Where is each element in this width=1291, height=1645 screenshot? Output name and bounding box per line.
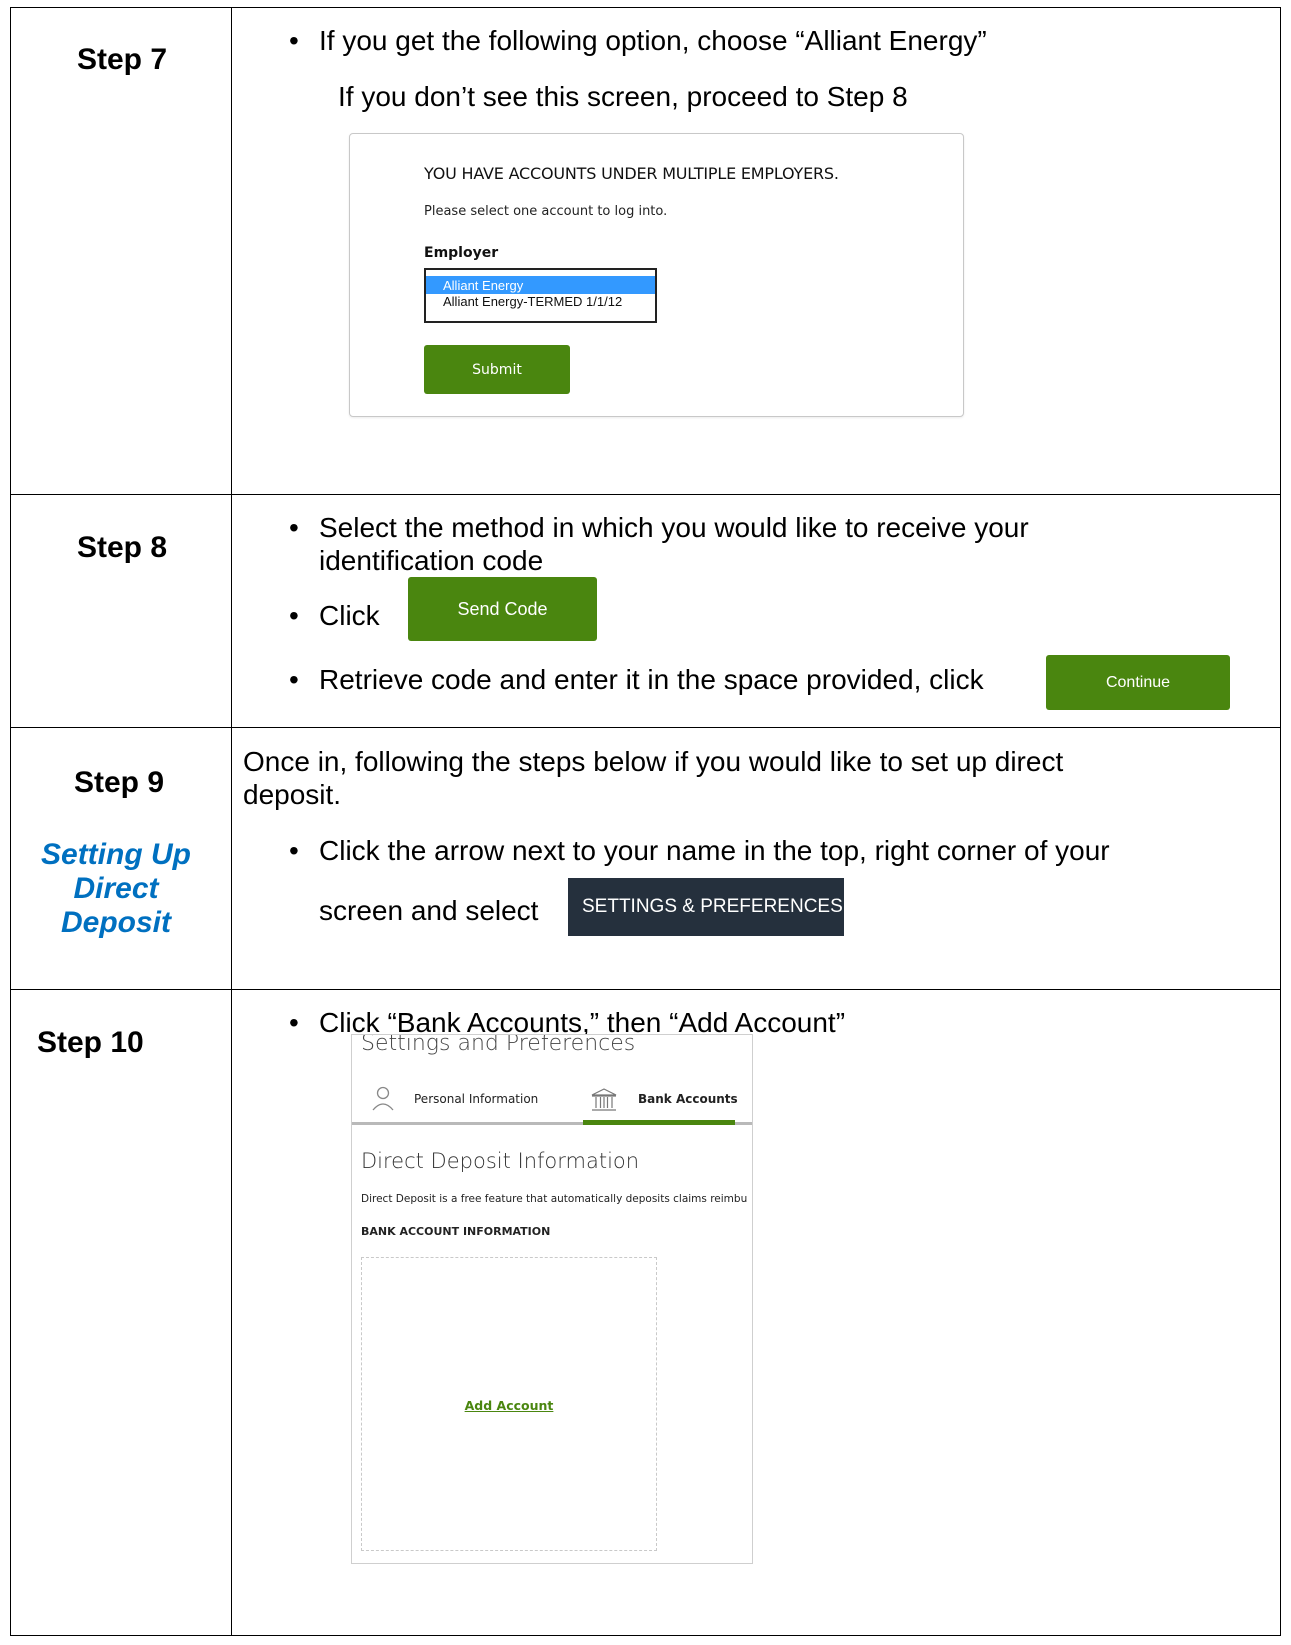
document-page: Step 7 • If you get the following option…	[0, 0, 1291, 1645]
step-7-line-2: If you don’t see this screen, proceed to…	[338, 81, 908, 112]
bullet-dot: •	[289, 25, 299, 56]
step-9-title: Step 9	[74, 766, 165, 799]
step-8-bullet-3: • Retrieve code and enter it in the spac…	[289, 663, 984, 696]
step-9-bullet-1: • Click the arrow next to your name in t…	[289, 834, 1110, 867]
step-8-label-cell: Step 8	[10, 494, 232, 728]
bullet-dot: •	[289, 512, 299, 543]
step-7-title: Step 7	[77, 43, 168, 76]
step-9-intro: Once in, following the steps below if yo…	[243, 746, 1064, 810]
step-8-bullet-1-text: Select the method in which you would lik…	[319, 512, 1029, 576]
step-8-bullet-1: • Select the method in which you would l…	[289, 511, 1159, 577]
add-account-card[interactable]: Add Account	[361, 1257, 657, 1551]
bank-account-info-label: BANK ACCOUNT INFORMATION	[361, 1225, 551, 1238]
step-10-label-cell: Step 10	[10, 989, 232, 1636]
step-7-content-cell: • If you get the following option, choos…	[231, 7, 1281, 495]
direct-deposit-description: Direct Deposit is a free feature that au…	[361, 1193, 748, 1205]
modal-heading: YOU HAVE ACCOUNTS UNDER MULTIPLE EMPLOYE…	[424, 164, 839, 183]
step-7-bullet: • If you get the following option, choos…	[289, 24, 987, 57]
step-8-content-cell: • Select the method in which you would l…	[231, 494, 1281, 728]
settings-header: Settings and Preferences	[361, 1034, 636, 1056]
bullet-dot: •	[289, 1007, 299, 1038]
step-7-line-1: If you get the following option, choose …	[319, 25, 987, 56]
step-10-content-cell: • Click “Bank Accounts,” then “Add Accou…	[231, 989, 1281, 1636]
settings-screenshot: Settings and Preferences Personal Inform…	[351, 1034, 753, 1564]
step-9-bullet-1-line-1: Click the arrow next to your name in the…	[319, 835, 1110, 866]
step-7-label-cell: Step 7	[10, 7, 232, 495]
employer-listbox[interactable]: Alliant Energy Alliant Energy-TERMED 1/1…	[424, 268, 657, 323]
employer-select-modal: YOU HAVE ACCOUNTS UNDER MULTIPLE EMPLOYE…	[349, 133, 964, 417]
bank-tab-underline	[583, 1120, 735, 1125]
step-9-bullet-1-line-2: screen and select	[319, 895, 539, 926]
continue-button[interactable]: Continue	[1046, 655, 1230, 710]
employer-label: Employer	[424, 245, 499, 261]
step-9-label-cell: Step 9 Setting Up Direct Deposit	[10, 727, 232, 990]
bullet-dot: •	[289, 600, 299, 631]
tab-bank-accounts[interactable]: Bank Accounts	[638, 1092, 738, 1106]
step-9-row: Step 9 Setting Up Direct Deposit Once in…	[10, 727, 1281, 990]
employer-option-selected[interactable]: Alliant Energy	[426, 276, 655, 294]
step-8-row: Step 8 • Select the method in which you …	[10, 494, 1281, 728]
direct-deposit-title: Direct Deposit Information	[361, 1149, 640, 1173]
step-9-content-cell: Once in, following the steps below if yo…	[231, 727, 1281, 990]
person-icon	[372, 1085, 394, 1111]
step-8-bullet-2-text: Click	[319, 600, 380, 631]
bullet-dot: •	[289, 664, 299, 695]
step-9-subtitle: Setting Up Direct Deposit	[41, 838, 191, 939]
modal-instruction: Please select one account to log into.	[424, 204, 668, 219]
tab-personal-information[interactable]: Personal Information	[414, 1092, 538, 1106]
bullet-dot: •	[289, 835, 299, 866]
steps-table: Step 7 • If you get the following option…	[10, 7, 1281, 1636]
employer-option[interactable]: Alliant Energy-TERMED 1/1/12	[426, 294, 655, 311]
step-10-title: Step 10	[37, 1026, 144, 1059]
add-account-link[interactable]: Add Account	[362, 1398, 656, 1413]
step-7-row: Step 7 • If you get the following option…	[10, 7, 1281, 495]
settings-preferences-button[interactable]: SETTINGS & PREFERENCES	[568, 878, 844, 936]
bank-icon	[590, 1088, 618, 1112]
step-10-row: Step 10 • Click “Bank Accounts,” then “A…	[10, 989, 1281, 1636]
step-8-bullet-2: • Click	[289, 599, 380, 632]
step-8-title: Step 8	[77, 531, 168, 564]
step-8-bullet-3-text: Retrieve code and enter it in the space …	[319, 664, 984, 695]
send-code-button[interactable]: Send Code	[408, 577, 597, 641]
submit-button[interactable]: Submit	[424, 345, 570, 394]
